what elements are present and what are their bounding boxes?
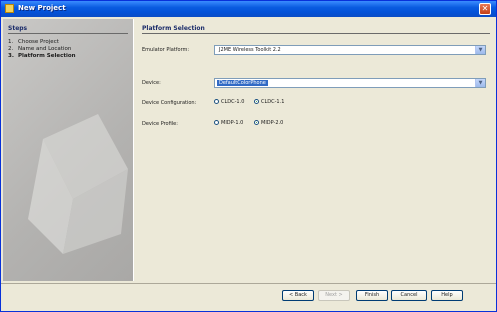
- close-icon: ✕: [481, 4, 489, 13]
- steps-heading: Steps: [8, 25, 28, 32]
- section-divider: [142, 33, 490, 34]
- device-profile-label: Device Profile:: [142, 121, 178, 127]
- device-select[interactable]: DefaultColorPhone ▼: [214, 78, 486, 88]
- close-button[interactable]: ✕: [479, 3, 491, 15]
- cancel-button[interactable]: Cancel: [391, 290, 427, 301]
- midp-1-0-radio[interactable]: MIDP-1.0: [214, 120, 243, 126]
- step-name-location: 2. Name and Location: [8, 46, 72, 52]
- emulator-platform-select[interactable]: J2ME Wireless Toolkit 2.2 ▼: [214, 45, 486, 55]
- window-title: New Project: [18, 4, 66, 12]
- device-label: Device:: [142, 80, 161, 86]
- back-button[interactable]: < Back: [282, 290, 314, 301]
- step-choose-project: 1. Choose Project: [8, 39, 59, 45]
- help-button[interactable]: Help: [431, 290, 463, 301]
- cldc-1-0-radio[interactable]: CLDC-1.0: [214, 99, 244, 105]
- chevron-down-icon[interactable]: ▼: [475, 79, 485, 87]
- title-bar[interactable]: New Project ✕: [1, 1, 496, 17]
- device-configuration-label: Device Configuration:: [142, 100, 197, 106]
- midp-2-0-radio[interactable]: MIDP-2.0: [254, 120, 283, 126]
- app-icon: [5, 4, 14, 13]
- emulator-platform-label: Emulator Platform:: [142, 47, 190, 53]
- new-project-dialog: New Project ✕ Steps 1. Choose Project 2. N…: [0, 0, 497, 312]
- finish-button[interactable]: Finish: [356, 290, 388, 301]
- steps-panel: Steps 1. Choose Project 2. Name and Locati…: [3, 19, 134, 281]
- step-platform-selection: 3. Platform Selection: [8, 53, 76, 59]
- steps-divider: [8, 33, 128, 34]
- button-bar-divider: [1, 283, 496, 284]
- page-title: Platform Selection: [142, 25, 205, 32]
- next-button[interactable]: Next >: [318, 290, 350, 301]
- platform-selection-panel: Platform Selection Emulator Platform: J2…: [134, 19, 496, 281]
- chevron-down-icon[interactable]: ▼: [475, 46, 485, 54]
- cldc-1-1-radio[interactable]: CLDC-1.1: [254, 99, 284, 105]
